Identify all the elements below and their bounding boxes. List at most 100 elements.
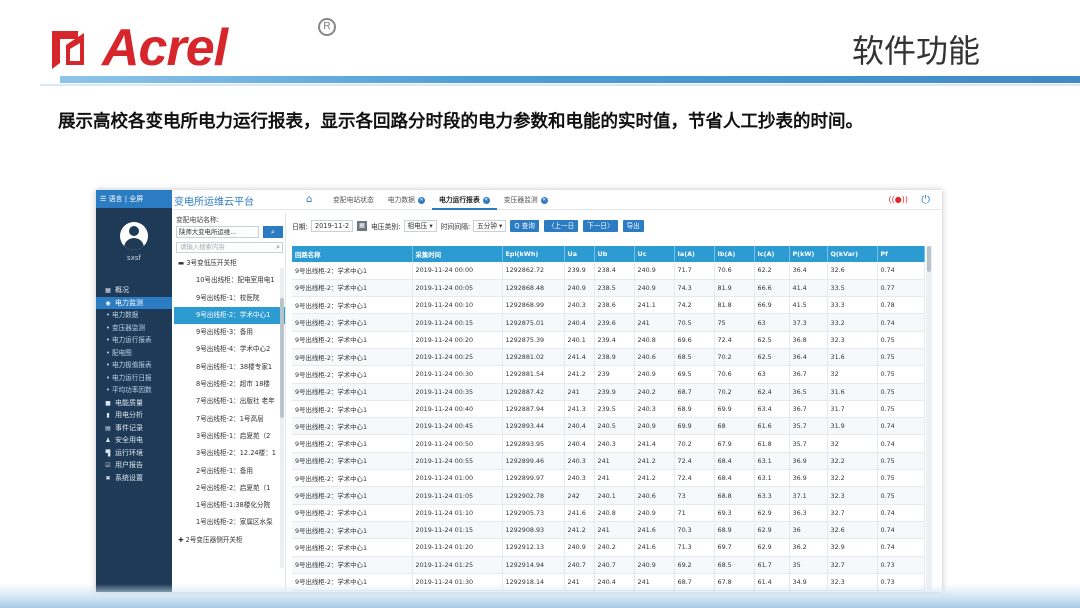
table-row[interactable]: 9号出线柜-2：学术中心1 2019-11-24 00:30 1292881.54 2… [292, 365, 925, 384]
sidebar-item-4[interactable]: • 电力运行报表 [96, 334, 172, 347]
table-row[interactable]: 9号出线柜-2：学术中心1 2019-11-24 00:45 1292893.44 2… [292, 417, 925, 436]
tree-node[interactable]: ✚ 2号变压器侧开关柜 [174, 532, 285, 549]
sidebar-item-1[interactable]: ◉ 电力监测 [96, 296, 172, 309]
table-row[interactable]: 9号出线柜-2：学术中心1 2019-11-24 01:10 1292905.73 2… [292, 504, 925, 522]
tree-node[interactable]: 3号出线柜-2：12.24楼：1 [174, 445, 285, 462]
power-icon[interactable]: ⏻ [921, 193, 930, 207]
table-row[interactable]: 9号出线柜-2：学术中心1 2019-11-24 00:15 1292875.01 2… [292, 313, 925, 332]
table-row[interactable]: 9号出线柜-2：学术中心1 2019-11-24 01:05 1292902.78 2… [292, 486, 925, 505]
tree-node[interactable]: ▬ 3号变低压开关柜 [174, 255, 285, 272]
query-button[interactable]: Q 查询 [510, 220, 539, 232]
table-scrollbar[interactable] [926, 246, 932, 590]
table-row[interactable]: 9号出线柜-2：学术中心1 2019-11-24 01:15 1292908.93 2… [292, 521, 925, 540]
sidebar-item-15[interactable]: ✖ 系统设置 [96, 472, 172, 485]
column-header[interactable]: 回路名称 [292, 246, 413, 262]
tree-node[interactable]: 7号出线柜-1：出版社 老年 [174, 393, 285, 410]
column-header[interactable]: Ic(A) [754, 246, 790, 262]
sidebar-menu: ▦ 概况 ◉ 电力监测 • 电力数据 • 变压器监测 • 电力运行报表 • 配电图 • 电力极值… [96, 284, 172, 484]
sidebar-item-0[interactable]: ▦ 概况 [96, 284, 172, 297]
tab-0[interactable]: 变配电站状态 [326, 190, 381, 210]
tree-node[interactable]: 9号出线柜-4：学术中心2 [174, 341, 285, 358]
column-header[interactable]: Q(kVar) [827, 246, 878, 262]
sidebar-item-13[interactable]: ▜ 运行环境 [96, 447, 172, 460]
table-row[interactable]: 9号出线柜-2：学术中心1 2019-11-24 00:25 1292881.02 2… [292, 348, 925, 367]
sidebar-item-10[interactable]: ▮ 用电分析 [96, 409, 172, 422]
sidebar-item-3[interactable]: • 变压器监测 [96, 322, 172, 335]
sidebar-item-8[interactable]: • 平均功率因数 [96, 384, 172, 397]
tree-node[interactable]: 9号出线柜-1：校医院 [174, 290, 285, 307]
sidebar-item-label: • 配电图 [106, 348, 132, 357]
tree-node[interactable]: 7号出线柜-2：1号高层 [174, 411, 285, 428]
column-header[interactable]: P(kW) [789, 246, 828, 262]
table-cell: 1292902.78 [502, 486, 565, 505]
station-select[interactable]: 陕师大变电所运维... [176, 226, 259, 238]
sidebar-top-bar[interactable]: ☰ 语言 | 全屏 [96, 190, 172, 208]
table-row[interactable]: 9号出线柜-2：学术中心1 2019-11-24 01:00 1292899.97 2… [292, 469, 925, 488]
table-cell: 9号出线柜-2：学术中心1 [292, 365, 413, 384]
table-cell: 32.6 [827, 262, 878, 280]
prev-day-button[interactable]: 〈上一日 [543, 220, 579, 232]
table-cell: 32.6 [827, 521, 878, 540]
tab-3[interactable]: 变压器监测 ✕ [497, 190, 555, 210]
close-icon[interactable]: ✕ [417, 196, 425, 204]
tree-node[interactable]: 2号出线柜-1：备用 [174, 463, 285, 480]
calendar-icon[interactable]: ▦ [357, 221, 368, 231]
close-icon[interactable]: ✕ [540, 196, 548, 204]
sidebar-item-7[interactable]: • 电力运行日报 [96, 372, 172, 385]
voltage-type-select[interactable]: 相电压 ▾ [403, 220, 437, 232]
sidebar-item-6[interactable]: • 电力极值报表 [96, 359, 172, 372]
interval-select[interactable]: 五分钟 ▾ [473, 220, 507, 232]
sidebar-item-11[interactable]: ▤ 事件记录 [96, 422, 172, 435]
table-cell: 1292862.72 [502, 262, 565, 280]
avatar[interactable] [120, 222, 148, 250]
tree-node[interactable]: 1号出线柜-2：家属区水泵 [174, 514, 285, 531]
date-input[interactable]: 2019-11-2 [310, 220, 354, 232]
column-header[interactable]: Pf [877, 246, 925, 262]
table-row[interactable]: 9号出线柜-2：学术中心1 2019-11-24 01:20 1292912.13 2… [292, 538, 925, 557]
tree-search-input[interactable]: 请输入搜索内容 ⌕ [176, 242, 283, 253]
tree-node[interactable]: 8号出线柜-1：38楼专家1 [174, 359, 285, 376]
station-search-button[interactable]: ⌕ [263, 226, 283, 238]
tree-node[interactable]: 10号出线柜：配电室用电1 [174, 272, 285, 289]
table-cell: 1292881.02 [502, 348, 565, 367]
table-row[interactable]: 9号出线柜-2：学术中心1 2019-11-24 00:20 1292875.39 2… [292, 331, 925, 349]
sidebar-item-9[interactable]: ■ 电能质量 [96, 397, 172, 410]
column-header[interactable]: Ia(A) [674, 246, 715, 262]
sidebar-item-12[interactable]: ♟ 安全用电 [96, 434, 172, 447]
tree-node[interactable]: 3号出线柜-1：启夏苑（2 [174, 428, 285, 445]
table-row[interactable]: 9号出线柜-2：学术中心1 2019-11-24 00:40 1292887.94 2… [292, 400, 925, 419]
table-row[interactable]: 9号出线柜-2：学术中心1 2019-11-24 00:55 1292899.46 2… [292, 452, 925, 471]
table-row[interactable]: 9号出线柜-2：学术中心1 2019-11-24 01:25 1292914.94 2… [292, 556, 925, 574]
column-header[interactable]: Ib(A) [714, 246, 755, 262]
tab-1[interactable]: 电力数据 ✕ [381, 190, 432, 210]
close-icon[interactable]: ✕ [482, 196, 490, 204]
tree-node[interactable]: 8号出线柜-2：超市 18楼 [174, 376, 285, 393]
column-header[interactable]: Uc [634, 246, 675, 262]
tree-node[interactable]: 9号出线柜-2：学术中心1 [174, 306, 285, 325]
tab-2[interactable]: 电力运行报表 ✕ [431, 190, 497, 210]
table-cell: 240.6 [634, 348, 675, 367]
table-row[interactable]: 9号出线柜-2：学术中心1 2019-11-24 00:35 1292887.42 2… [292, 383, 925, 401]
tree-node[interactable]: 1号出线柜-1:38楼化分院 [174, 497, 285, 514]
sidebar-item-2[interactable]: • 电力数据 [96, 309, 172, 322]
table-cell: 62.9 [754, 538, 790, 557]
table-cell: 0.73 [877, 556, 925, 574]
tree-node[interactable]: 2号出线柜-2：启夏苑（1 [174, 480, 285, 497]
sidebar-item-14[interactable]: ☑ 用户报告 [96, 459, 172, 472]
table-row[interactable]: 9号出线柜-2：学术中心1 2019-11-24 00:10 1292868.99 2… [292, 296, 925, 315]
tree-scrollbar[interactable] [280, 268, 284, 568]
tree-node[interactable]: 9号出线柜-3：备用 [174, 324, 285, 341]
table-row[interactable]: 9号出线柜-2：学术中心1 2019-11-24 00:00 1292862.72 2… [292, 262, 925, 280]
table-cell: 33.3 [827, 296, 878, 315]
alarm-icon[interactable]: ((●)) [889, 195, 908, 204]
table-row[interactable]: 9号出线柜-2：学术中心1 2019-11-24 00:05 1292868.48 2… [292, 279, 925, 298]
sidebar-item-5[interactable]: • 配电图 [96, 347, 172, 360]
export-button[interactable]: 导出 [622, 220, 644, 232]
column-header[interactable]: Epi(kWh) [502, 246, 565, 262]
column-header[interactable]: Ua [564, 246, 595, 262]
next-day-button[interactable]: 下一日〉 [583, 220, 618, 232]
column-header[interactable]: Ub [594, 246, 635, 262]
home-icon[interactable]: ⌂ [306, 195, 312, 205]
column-header[interactable]: 采集时间 [412, 246, 503, 262]
table-row[interactable]: 9号出线柜-2：学术中心1 2019-11-24 00:50 1292893.95 2… [292, 434, 925, 453]
